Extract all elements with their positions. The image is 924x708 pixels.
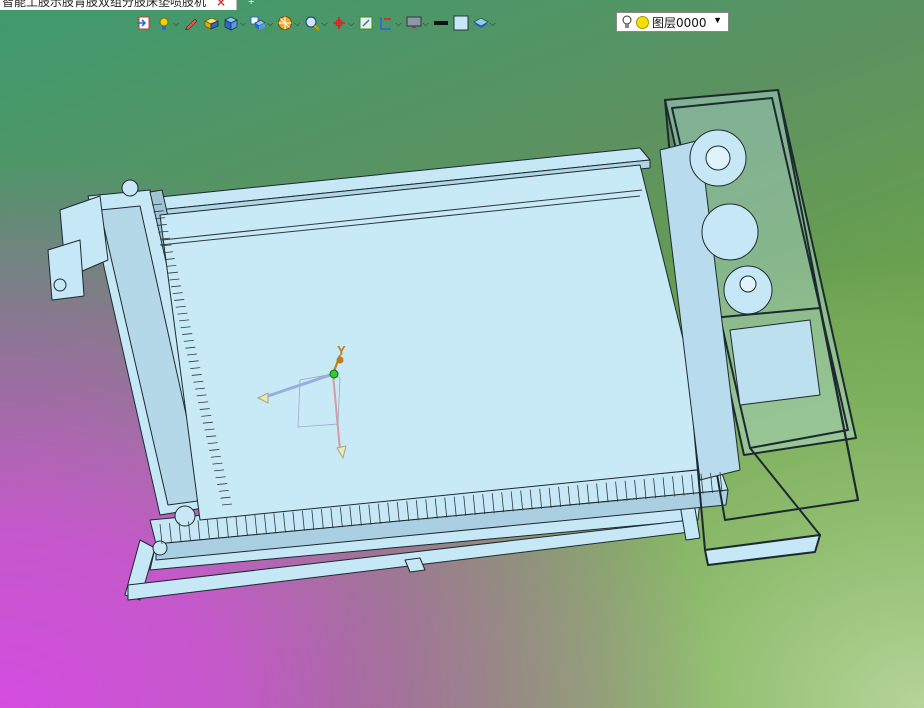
table-surface [159, 164, 716, 521]
triad-y-label: Y [337, 343, 346, 358]
cad-model[interactable]: Y [0, 0, 924, 708]
